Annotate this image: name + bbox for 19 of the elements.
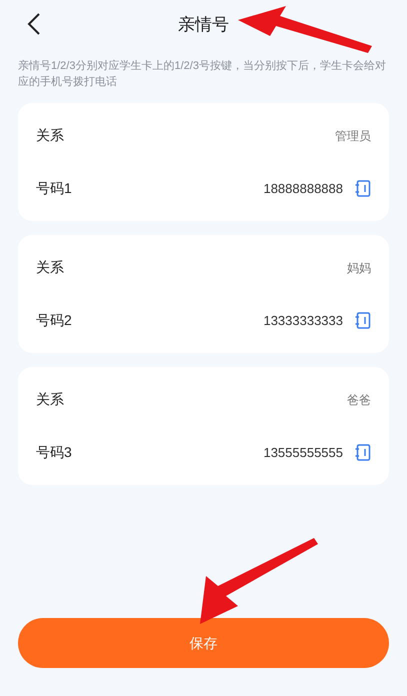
phone-number[interactable]: 18888888888 xyxy=(263,178,343,198)
number-label: 号码1 xyxy=(36,179,72,198)
relation-label: 关系 xyxy=(36,258,64,277)
relation-value[interactable]: 爸爸 xyxy=(347,390,371,408)
contact-book-icon[interactable] xyxy=(355,180,371,197)
relation-value[interactable]: 管理员 xyxy=(335,126,371,144)
description-text: 亲情号1/2/3分别对应学生卡上的1/2/3号按键，当分别按下后，学生卡会给对应的手机号拨打电话 xyxy=(17,58,387,90)
page-title: 亲情号 xyxy=(178,14,229,36)
contact-book-icon[interactable] xyxy=(355,444,371,461)
number-label: 号码3 xyxy=(36,443,72,462)
relation-value[interactable]: 妈妈 xyxy=(347,258,371,276)
phone-number[interactable]: 13333333333 xyxy=(263,310,343,330)
number-label: 号码2 xyxy=(36,311,72,330)
save-button[interactable]: 保存 xyxy=(18,618,389,668)
relation-label: 关系 xyxy=(36,390,64,409)
phone-number[interactable]: 13555555555 xyxy=(263,442,343,462)
relation-label: 关系 xyxy=(36,126,64,145)
back-icon xyxy=(27,13,41,35)
contact-book-icon[interactable] xyxy=(355,312,371,329)
